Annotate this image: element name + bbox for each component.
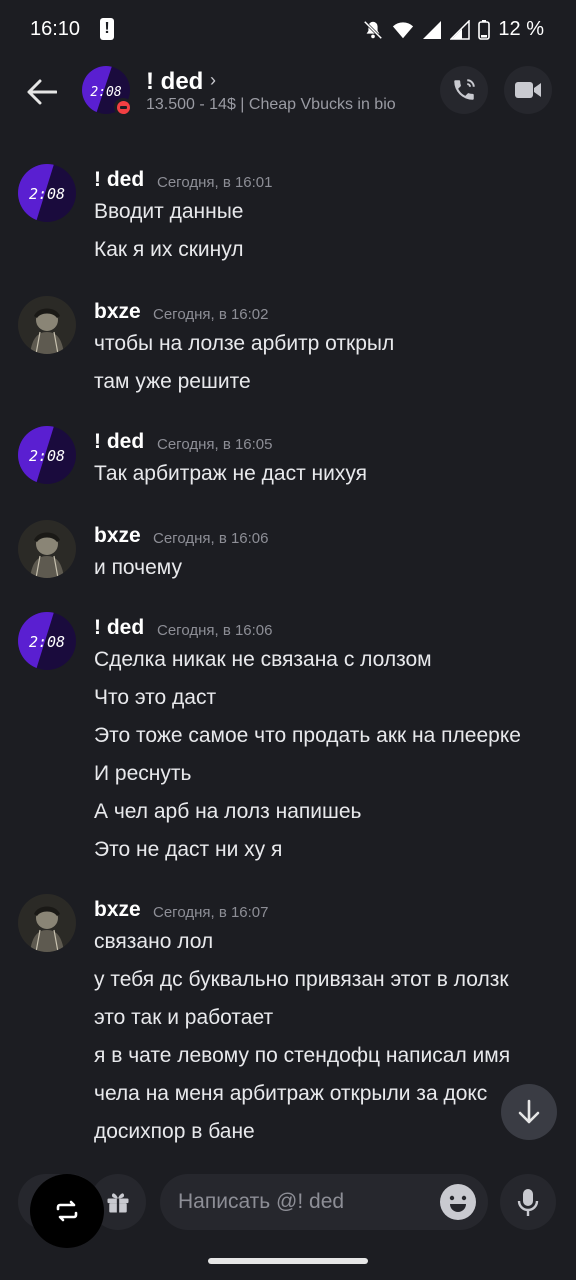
phone-icon (454, 79, 475, 100)
message-text[interactable]: я в чате левому по стендофц написал имя (94, 1044, 510, 1068)
avatar-clock-text: 2:08 (29, 185, 65, 203)
status-time: 16:10 (30, 18, 81, 40)
message-timestamp: Сегодня, в 16:02 (153, 306, 269, 323)
avatar[interactable]: 2:08 (18, 612, 76, 670)
message-text[interactable]: связано лол (94, 930, 213, 954)
avatar-clock-text: 2:08 (29, 633, 65, 651)
message-text[interactable]: Так арбитраж не даст нихуя (94, 462, 367, 486)
message-text[interactable]: И реснуть (94, 762, 191, 786)
message-author[interactable]: ! ded (94, 168, 144, 192)
message-timestamp: Сегодня, в 16:05 (157, 436, 273, 453)
mute-icon (364, 20, 383, 39)
mic-icon (517, 1189, 539, 1216)
arrow-left-icon (27, 79, 57, 105)
message-text[interactable]: и почему (94, 556, 182, 580)
chevron-right-icon[interactable]: › (210, 70, 216, 91)
notification-alert-icon: ! (100, 18, 114, 40)
message-input[interactable] (178, 1174, 418, 1230)
header-custom-status: 13.500 - 14$ | Cheap Vbucks in bio (146, 96, 396, 113)
message-timestamp: Сегодня, в 16:07 (153, 904, 269, 921)
message-author[interactable]: bxze (94, 898, 141, 922)
chat-header: 2:08 ! ded › 13.500 - 14$ | Cheap Vbucks… (0, 60, 576, 124)
gift-icon (107, 1193, 129, 1213)
message-text[interactable]: досихпор в бане (94, 1120, 255, 1144)
voice-message-button[interactable] (500, 1174, 556, 1230)
message-input-wrapper (160, 1174, 488, 1230)
video-call-button[interactable] (504, 66, 552, 114)
message-author[interactable]: bxze (94, 524, 141, 548)
switch-icon (56, 1200, 78, 1222)
message-author[interactable]: ! ded (94, 430, 144, 454)
message-author[interactable]: ! ded (94, 616, 144, 640)
message-timestamp: Сегодня, в 16:06 (157, 622, 273, 639)
message-text[interactable]: там уже решите (94, 370, 251, 394)
message-text[interactable]: Что это даст (94, 686, 216, 710)
message-timestamp: Сегодня, в 16:01 (157, 174, 273, 191)
message-timestamp: Сегодня, в 16:06 (153, 530, 269, 547)
avatar[interactable]: 2:08 (18, 426, 76, 484)
status-icons: 12 % (362, 18, 544, 41)
arrow-down-icon (518, 1099, 540, 1124)
message-text[interactable]: Это не даст ни ху я (94, 838, 282, 862)
home-indicator (208, 1258, 368, 1264)
voice-call-button[interactable] (440, 66, 488, 114)
message-text[interactable]: А чел арб на лолз напишеь (94, 800, 361, 824)
emoji-button[interactable] (440, 1184, 476, 1220)
app-switch-button[interactable] (30, 1174, 104, 1248)
signal-2-icon (450, 19, 471, 40)
avatar[interactable] (18, 296, 76, 354)
message-text[interactable]: Сделка никак не связана с лолзом (94, 648, 432, 672)
dnd-status-icon (114, 98, 132, 116)
avatar[interactable]: 2:08 (18, 164, 76, 222)
avatar[interactable] (18, 520, 76, 578)
message-composer (0, 1168, 576, 1248)
message-author[interactable]: bxze (94, 300, 141, 324)
message-text[interactable]: чтобы на лолзе арбитр открыл (94, 332, 394, 356)
back-button[interactable] (22, 72, 62, 112)
scroll-to-bottom-button[interactable] (501, 1084, 557, 1140)
message-text[interactable]: Как я их скинул (94, 238, 244, 262)
header-username[interactable]: ! ded (146, 68, 203, 96)
message-text[interactable]: у тебя дс буквально привязан этот в лолз… (94, 968, 509, 992)
message-text[interactable]: это так и работает (94, 1006, 273, 1030)
emoji-icon (449, 1195, 467, 1212)
battery-icon (478, 19, 491, 40)
message-text[interactable]: Вводит данные (94, 200, 243, 224)
message-text[interactable]: чела на меня арбитраж открыли за докс (94, 1082, 487, 1106)
avatar[interactable] (18, 894, 76, 952)
battery-level: 12 % (498, 18, 544, 40)
header-avatar-clock: 2:08 (90, 85, 121, 100)
status-bar: 16:10 ! 12 % (0, 0, 576, 60)
video-icon (515, 82, 541, 98)
avatar-clock-text: 2:08 (29, 447, 65, 465)
signal-icon (423, 20, 442, 39)
wifi-icon (393, 21, 414, 38)
message-text[interactable]: Это тоже самое что продать акк на плеерк… (94, 724, 521, 748)
